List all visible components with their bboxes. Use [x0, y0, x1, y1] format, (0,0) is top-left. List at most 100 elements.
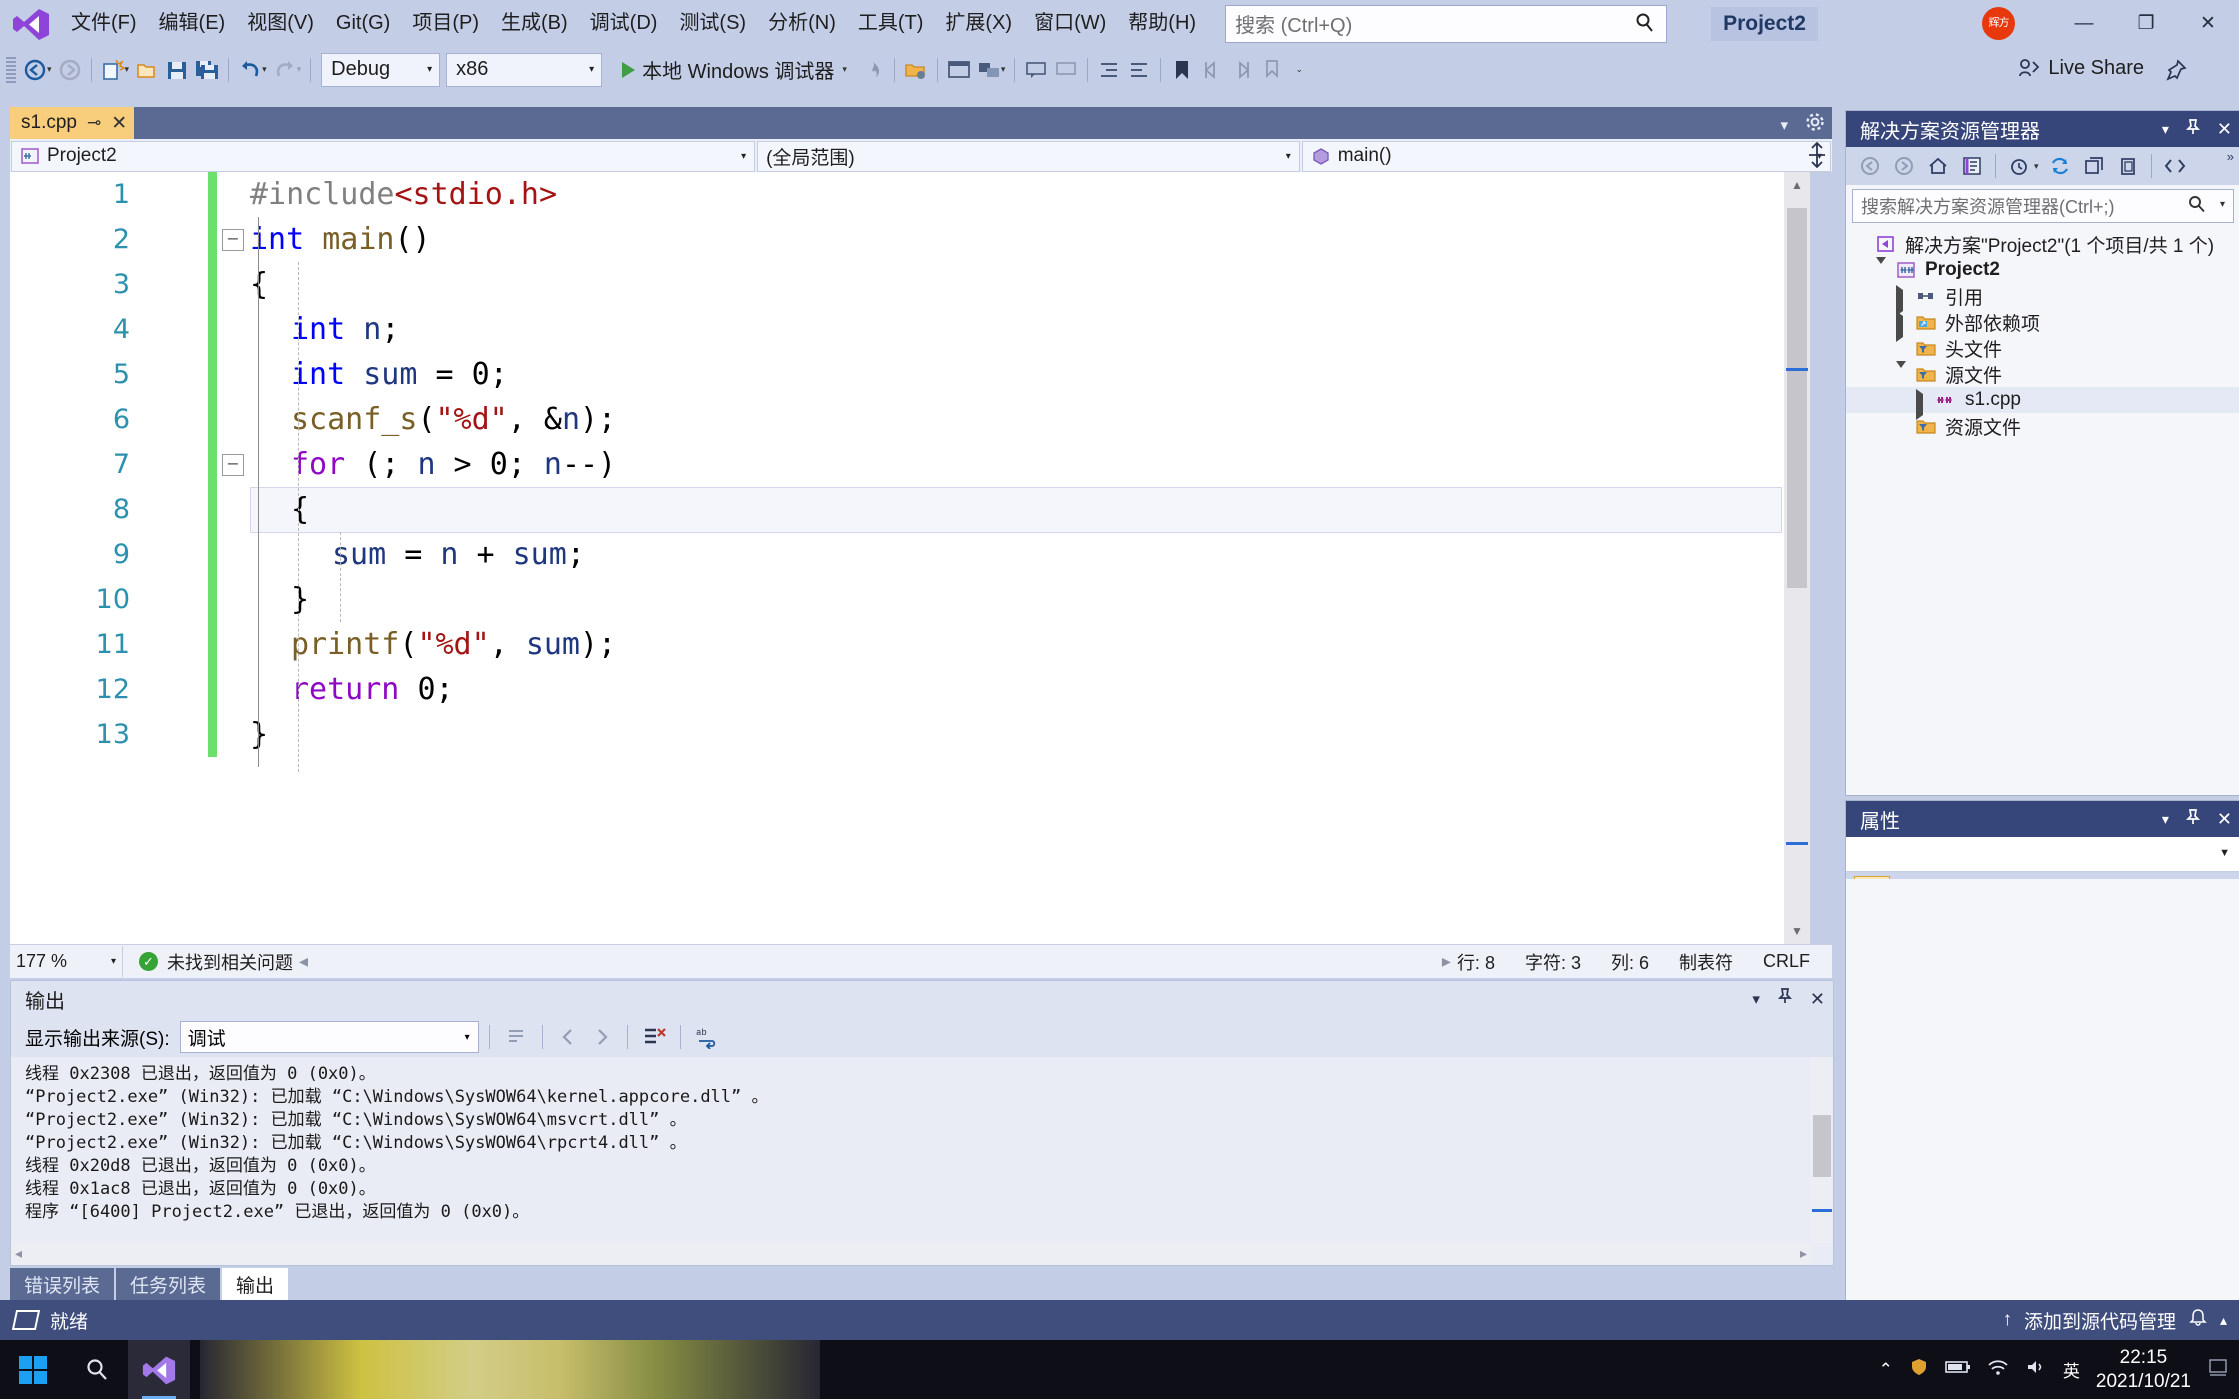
solution-explorer-search-input[interactable]: 搜索解决方案资源管理器(Ctrl+;) ▾ [1852, 189, 2234, 223]
toggle-solution-explorer-icon[interactable] [901, 55, 931, 85]
toggle-word-wrap-icon[interactable]: ab [691, 1022, 723, 1052]
minimize-button[interactable]: — [2053, 0, 2115, 47]
tray-ime-label[interactable]: 英 [2063, 1357, 2080, 1382]
code-line[interactable]: 3{ [10, 262, 1810, 307]
toolbar-grip[interactable] [6, 56, 16, 83]
prev-bookmark-icon[interactable] [1197, 55, 1227, 85]
tree-item-filter-folder-icon[interactable]: 源文件 [1846, 360, 2239, 389]
output-scrollbar-thumb[interactable] [1813, 1115, 1831, 1177]
code-line[interactable]: 4 int n; [10, 307, 1810, 352]
tray-security-icon[interactable] [1909, 1357, 1929, 1382]
nav-member-combo[interactable]: main() ▾ [1301, 140, 1832, 172]
menu-build[interactable]: 生成(B) [490, 0, 579, 47]
pending-changes-icon[interactable] [2003, 151, 2035, 181]
forward-icon[interactable] [1888, 151, 1920, 181]
taskbar-clock[interactable]: 22:15 2021/10/21 [2096, 1346, 2191, 1394]
menu-extensions[interactable]: 扩展(X) [934, 0, 1023, 47]
configuration-combo[interactable]: Debug ▾ [321, 52, 441, 87]
show-all-files-icon[interactable] [2112, 151, 2144, 181]
navigate-back-icon[interactable] [20, 55, 50, 85]
pin-toolbar-icon[interactable] [2165, 59, 2187, 87]
hscroll-left-icon[interactable]: ◂ [299, 951, 308, 972]
menu-debug[interactable]: 调试(D) [579, 0, 669, 47]
redo-icon[interactable] [270, 55, 300, 85]
bell-notification-icon[interactable] [2188, 1307, 2208, 1333]
start-button[interactable] [0, 1340, 66, 1399]
search-options-dropdown-icon[interactable]: ▾ [2220, 199, 2225, 210]
tree-item-cpp-file-icon[interactable]: s1.cpp [1846, 387, 2239, 420]
new-project-icon[interactable] [98, 55, 128, 85]
split-editor-icon[interactable] [1805, 141, 1829, 174]
output-source-combo[interactable]: 调试 ▾ [179, 1021, 479, 1053]
menu-window[interactable]: 窗口(W) [1023, 0, 1117, 47]
undo-icon[interactable] [235, 55, 265, 85]
code-line[interactable]: 13} [10, 712, 1810, 757]
output-vertical-scrollbar[interactable] [1811, 1057, 1833, 1243]
pin-output-icon[interactable] [1776, 987, 1794, 1011]
menu-help[interactable]: 帮助(H) [1117, 0, 1207, 47]
tree-twisty-icon[interactable] [1916, 388, 1929, 420]
pin-tab-icon[interactable]: ⊸ [87, 113, 101, 133]
editor-horizontal-scrollbar[interactable]: ◂ ▸ [293, 951, 1457, 972]
uncomment-icon[interactable] [1051, 55, 1081, 85]
nav-scope-combo[interactable]: (全局范围) ▾ [757, 140, 1300, 172]
comment-icon[interactable] [1021, 55, 1051, 85]
panel-dropdown-icon[interactable]: ▾ [2162, 121, 2169, 138]
output-hscroll-left-icon[interactable]: ◂ [15, 1245, 22, 1262]
code-lines-container[interactable]: 1 #include<stdio.h> 2− int main() 3{4 int n; 5… [10, 172, 1810, 944]
scrollbar-thumb[interactable] [1787, 208, 1807, 588]
tray-expand-icon[interactable]: ⌃ [1879, 1360, 1893, 1380]
code-line[interactable]: 10} [10, 577, 1810, 622]
start-debugging-button[interactable]: 本地 Windows 调试器 ▾ [614, 53, 858, 87]
nav-project-combo[interactable]: Project2 ▾ [11, 140, 756, 172]
code-line[interactable]: 8{ [10, 487, 1810, 533]
clear-output-icon[interactable] [638, 1022, 670, 1052]
tab-settings-gear-icon[interactable] [1804, 111, 1826, 139]
tree-item-project-cpp-icon[interactable]: Project2 [1846, 256, 2239, 285]
tray-network-icon[interactable] [1987, 1358, 2009, 1381]
menu-project[interactable]: 项目(P) [401, 0, 490, 47]
tray-battery-icon[interactable] [1945, 1359, 1971, 1380]
close-button[interactable]: ✕ [2177, 0, 2239, 47]
status-chevron-icon[interactable]: ▴ [2220, 1312, 2227, 1329]
view-code-icon[interactable] [2159, 151, 2191, 181]
code-editor[interactable]: 1 #include<stdio.h> 2− int main() 3{4 int n; 5… [10, 172, 1810, 944]
platform-combo[interactable]: x86 ▾ [446, 52, 603, 87]
refresh-icon[interactable] [2044, 151, 2076, 181]
tab-output[interactable]: 输出 [222, 1268, 289, 1300]
code-line[interactable]: 12 return 0; [10, 667, 1810, 712]
chevron-down-icon[interactable]: ▾ [842, 64, 847, 75]
bookmark-icon[interactable] [1167, 55, 1197, 85]
maximize-button[interactable]: ❐ [2115, 0, 2177, 47]
global-search-input[interactable]: 搜索 (Ctrl+Q) [1225, 4, 1668, 43]
screenshot-icon[interactable] [974, 55, 1004, 85]
tab-error-list[interactable]: 错误列表 [10, 1268, 115, 1300]
close-panel-icon[interactable]: ✕ [2217, 809, 2232, 830]
taskbar-search-icon[interactable] [66, 1340, 128, 1399]
go-to-previous-message-icon[interactable] [553, 1022, 585, 1052]
code-line[interactable]: 5 int sum = 0; [10, 352, 1810, 397]
output-dropdown-icon[interactable]: ▾ [1752, 990, 1760, 1008]
tree-item-references-icon[interactable]: 引用 [1846, 283, 2239, 316]
fold-toggle-icon[interactable]: − [222, 454, 244, 476]
pin-panel-icon[interactable] [2184, 808, 2202, 831]
save-all-icon[interactable] [192, 55, 222, 85]
menu-git[interactable]: Git(G) [325, 0, 401, 47]
find-message-icon[interactable] [500, 1022, 532, 1052]
live-share-button[interactable]: Live Share [2017, 56, 2144, 80]
preview-browser-icon[interactable] [944, 55, 974, 85]
account-avatar[interactable]: 辉方 [1982, 7, 2015, 40]
code-line[interactable]: 9 sum = n + sum; [10, 532, 1810, 577]
se-toolbar-overflow-icon[interactable]: » [2227, 149, 2234, 164]
scroll-down-icon[interactable]: ▼ [1784, 918, 1810, 944]
tab-list-dropdown-icon[interactable]: ▾ [1780, 116, 1788, 134]
properties-grid[interactable] [1846, 879, 2239, 1301]
hscroll-right-icon[interactable]: ▸ [1442, 951, 1451, 972]
pin-panel-icon[interactable] [2184, 118, 2202, 141]
editor-vertical-scrollbar[interactable]: ▲ ▼ [1784, 172, 1810, 944]
tree-twisty-icon[interactable] [1896, 284, 1909, 316]
document-tab-s1cpp[interactable]: s1.cpp ⊸ ✕ [10, 107, 135, 139]
tray-volume-icon[interactable] [2025, 1358, 2047, 1381]
tree-twisty-icon[interactable] [1896, 360, 1909, 389]
tree-twisty-icon[interactable] [1896, 310, 1909, 342]
